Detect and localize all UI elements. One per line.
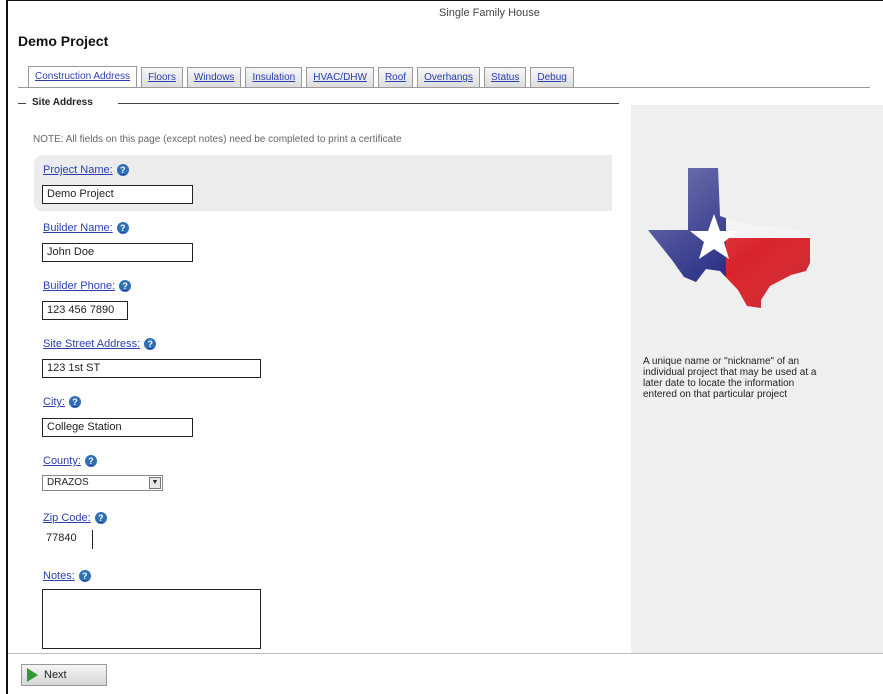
fieldset-border-left — [18, 103, 26, 104]
fieldset-border-right — [118, 103, 619, 104]
tab-baseline — [18, 87, 870, 88]
zip-code-help-icon[interactable]: ? — [94, 512, 107, 524]
zip-code-input[interactable]: 77840 — [42, 530, 93, 549]
builder-name-input[interactable]: John Doe — [42, 243, 193, 262]
tab-insulation[interactable]: Insulation — [245, 67, 303, 88]
section-legend: Site Address — [28, 97, 97, 108]
site-street-address-help-icon[interactable]: ? — [144, 338, 157, 350]
chevron-down-icon[interactable]: ▼ — [149, 477, 161, 489]
county-label[interactable]: County: ? — [43, 455, 97, 467]
tab-debug[interactable]: Debug — [530, 67, 574, 88]
tab-construction-address[interactable]: Construction Address — [28, 66, 138, 88]
builder-phone-label-text: Builder Phone: — [43, 280, 116, 292]
page-title: Demo Project — [18, 33, 109, 49]
city-input[interactable]: College Station — [42, 418, 193, 437]
site-street-address-input[interactable]: 123 1st ST — [42, 359, 261, 378]
project-name-help-icon[interactable]: ? — [116, 164, 129, 176]
builder-name-label[interactable]: Builder Name: ? — [43, 222, 129, 234]
tab-hvac-dhw[interactable]: HVAC/DHW — [306, 67, 374, 88]
notes-label[interactable]: Notes: ? — [43, 570, 91, 582]
field-help-text: A unique name or "nickname" of an indivi… — [643, 356, 817, 400]
tab-status[interactable]: Status — [484, 67, 527, 88]
tab-windows[interactable]: Windows — [186, 67, 242, 88]
county-help-icon[interactable]: ? — [84, 455, 97, 467]
project-name-label-text: Project Name: — [43, 164, 113, 176]
builder-name-help-icon[interactable]: ? — [116, 222, 129, 234]
site-street-address-label[interactable]: Site Street Address: ? — [43, 338, 157, 350]
county-selected-value: DRAZOS — [47, 477, 89, 488]
notes-help-icon[interactable]: ? — [78, 570, 91, 582]
tab-overhangs[interactable]: Overhangs — [417, 67, 480, 88]
required-fields-note: NOTE: All fields on this page (except no… — [33, 134, 402, 145]
project-name-label[interactable]: Project Name: ? — [43, 164, 129, 176]
next-button-label: Next — [44, 669, 67, 681]
site-street-address-label-text: Site Street Address: — [43, 338, 141, 350]
project-name-input[interactable]: Demo Project — [42, 185, 193, 204]
builder-name-label-text: Builder Name: — [43, 222, 113, 234]
next-button[interactable]: Next — [21, 664, 107, 686]
tab-roof[interactable]: Roof — [377, 67, 414, 88]
tab-floors[interactable]: Floors — [141, 67, 183, 88]
play-arrow-icon — [27, 668, 38, 682]
zip-code-label-text: Zip Code: — [43, 512, 91, 524]
notes-label-text: Notes: — [43, 570, 75, 582]
zip-code-label[interactable]: Zip Code: ? — [43, 512, 107, 524]
builder-phone-help-icon[interactable]: ? — [119, 280, 132, 292]
window-title: Single Family House — [439, 7, 540, 19]
county-label-text: County: — [43, 455, 81, 467]
builder-phone-input[interactable]: 123 456 7890 — [42, 301, 128, 320]
footer-divider — [8, 653, 883, 654]
texas-flag-map-logo — [648, 168, 810, 308]
county-select[interactable]: DRAZOS ▼ — [42, 475, 163, 491]
builder-phone-label[interactable]: Builder Phone: ? — [43, 280, 132, 292]
notes-textarea[interactable] — [42, 589, 261, 649]
tab-bar: Construction Address Floors Windows Insu… — [28, 66, 578, 88]
city-label[interactable]: City: ? — [43, 396, 81, 408]
city-help-icon[interactable]: ? — [69, 396, 81, 408]
city-label-text: City: — [43, 396, 65, 408]
